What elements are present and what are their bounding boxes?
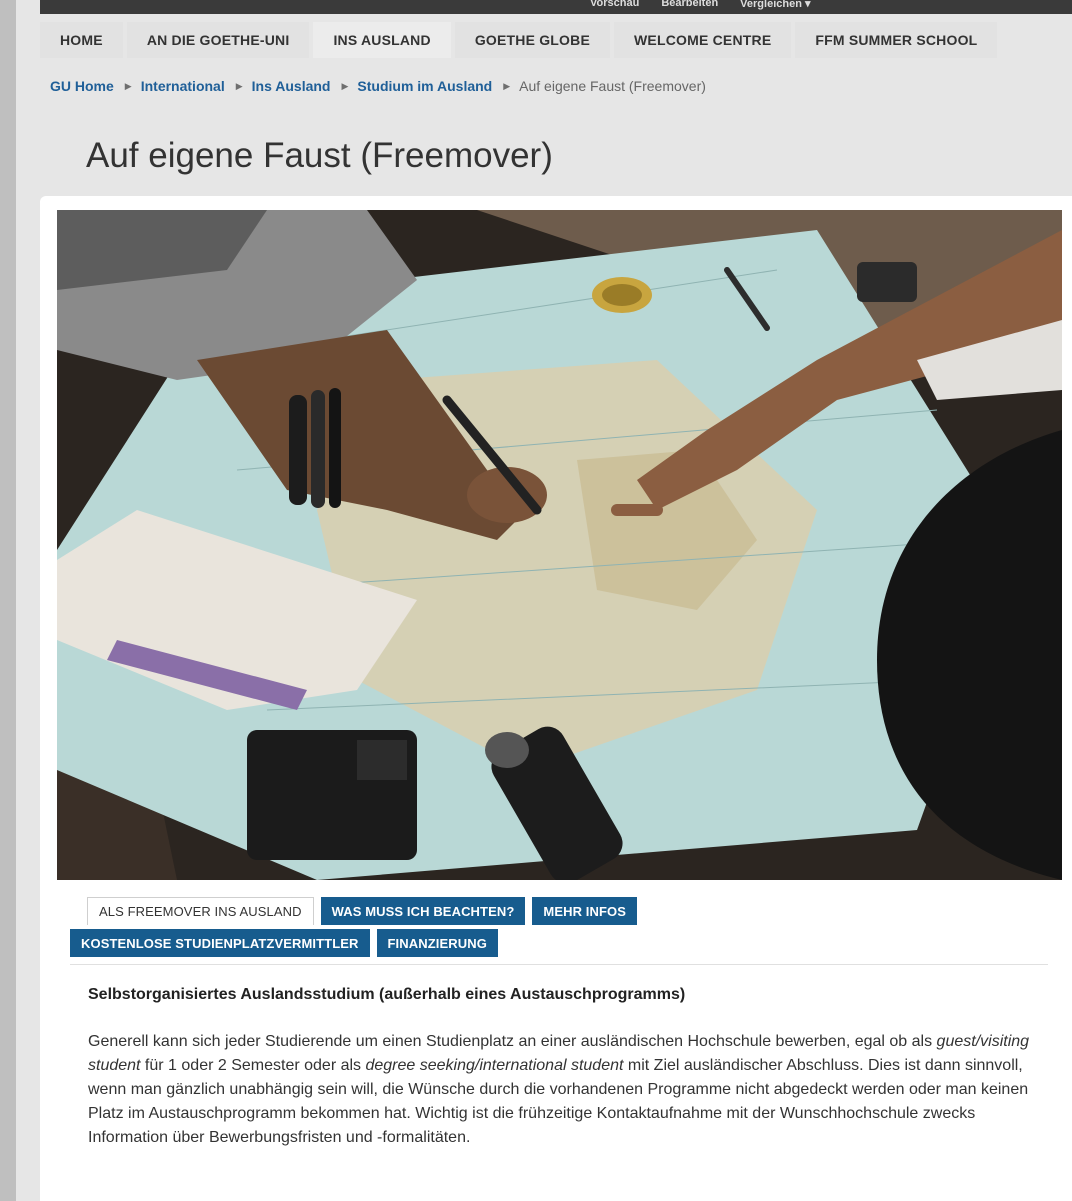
content-tabs-row-2: KOSTENLOSE STUDIENPLATZVERMITTLER FINANZ…: [70, 929, 1048, 957]
tab-mehr-infos[interactable]: MEHR INFOS: [532, 897, 638, 925]
body-text-part-2: für 1 oder 2 Semester oder als: [140, 1057, 366, 1074]
chevron-right-icon: ▶: [124, 80, 132, 91]
body-text-emphasis-2: degree seeking/international student: [365, 1057, 624, 1074]
tab-was-muss-ich-beachten[interactable]: WAS MUSS ICH BEACHTEN?: [320, 897, 526, 925]
chevron-right-icon: ▶: [341, 80, 349, 91]
nav-tab-ins-ausland[interactable]: INS AUSLAND: [313, 22, 451, 58]
nav-tab-ffm-summer-school[interactable]: FFM SUMMER SCHOOL: [795, 22, 998, 58]
breadcrumb-link-ins-ausland[interactable]: Ins Ausland: [252, 78, 331, 94]
tab-kostenlose-studienplatzvermittler[interactable]: KOSTENLOSE STUDIENPLATZVERMITTLER: [70, 929, 370, 957]
breadcrumb-link-studium-im-ausland[interactable]: Studium im Ausland: [357, 78, 492, 94]
preview-link[interactable]: Vorschau: [590, 0, 639, 10]
main-nav: HOME AN DIE GOETHE-UNI INS AUSLAND GOETH…: [40, 22, 1072, 58]
breadcrumb-link-international[interactable]: International: [141, 78, 225, 94]
admin-toolbar: Vorschau Bearbeiten Vergleichen ▾: [40, 0, 1072, 14]
nav-tab-an-die-goethe-uni[interactable]: AN DIE GOETHE-UNI: [126, 22, 310, 58]
hero-photo-map-hands: [57, 210, 1062, 880]
content-tabs: ALS FREEMOVER INS AUSLAND WAS MUSS ICH B…: [70, 897, 1048, 965]
tabs-divider: [70, 964, 1048, 965]
chevron-right-icon: ▶: [235, 80, 243, 91]
left-rail: [0, 0, 16, 1201]
edit-link[interactable]: Bearbeiten: [661, 0, 718, 10]
nav-tab-home[interactable]: HOME: [40, 22, 123, 58]
body-text-part-1: Generell kann sich jeder Studierende um …: [88, 1033, 937, 1050]
section-heading: Selbstorganisiertes Auslandsstudium (auß…: [88, 986, 686, 1003]
breadcrumb-link-gu-home[interactable]: GU Home: [50, 78, 114, 94]
content-tabs-row-1: ALS FREEMOVER INS AUSLAND WAS MUSS ICH B…: [70, 897, 1048, 925]
page: Vorschau Bearbeiten Vergleichen ▾ HOME A…: [0, 0, 1072, 1201]
nav-tab-welcome-centre[interactable]: WELCOME CENTRE: [614, 22, 792, 58]
breadcrumb: GU Home ▶ International ▶ Ins Ausland ▶ …: [50, 78, 706, 94]
chevron-right-icon: ▶: [503, 80, 511, 91]
compare-link[interactable]: Vergleichen ▾: [740, 0, 810, 10]
page-title: Auf eigene Faust (Freemover): [86, 136, 553, 175]
tab-finanzierung[interactable]: FINANZIERUNG: [376, 929, 498, 957]
breadcrumb-current: Auf eigene Faust (Freemover): [519, 78, 706, 94]
tab-als-freemover[interactable]: ALS FREEMOVER INS AUSLAND: [87, 897, 314, 925]
nav-tab-goethe-globe[interactable]: GOETHE GLOBE: [454, 22, 610, 58]
body-paragraph: Generell kann sich jeder Studierende um …: [88, 1030, 1048, 1150]
hero-image: [57, 210, 1062, 880]
